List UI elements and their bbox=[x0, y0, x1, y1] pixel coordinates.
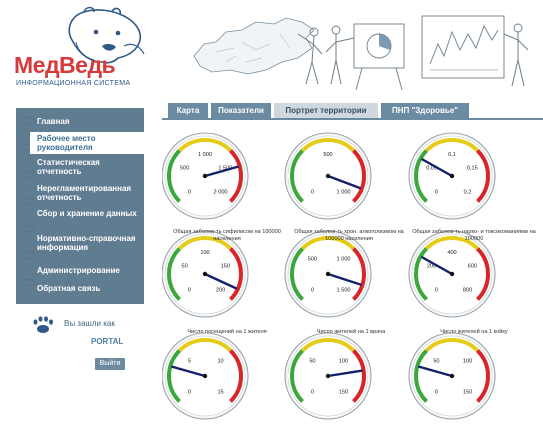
gauge-tick-label: 0 bbox=[311, 390, 314, 396]
gauge-tick-label: 0,1 bbox=[448, 152, 456, 158]
gauge-pivot bbox=[325, 271, 331, 277]
welcome-text: Вы зашли как bbox=[64, 319, 115, 328]
sidebar-item-statistical-reporting[interactable]: Статистическая отчетность bbox=[16, 158, 144, 176]
gauge-pivot bbox=[449, 373, 455, 379]
gauge-tick-label: 0 bbox=[311, 190, 314, 196]
sidebar-item-custom-reporting[interactable]: Нерегламентированная отчетность bbox=[16, 184, 144, 202]
gauge-tick-label: 15 bbox=[217, 390, 223, 396]
gauge-tick-label: 0 bbox=[188, 390, 191, 396]
gauge-pivot bbox=[202, 373, 208, 379]
gauge-pivot bbox=[325, 373, 331, 379]
gauge-pivot bbox=[325, 173, 331, 179]
gauge-tick-label: 0 bbox=[435, 288, 438, 294]
gauge-pivot bbox=[202, 271, 208, 277]
gauge-tick-label: 200 bbox=[216, 288, 225, 294]
gauge-tick-label: 400 bbox=[447, 250, 456, 256]
sidebar-item-home[interactable]: Главная bbox=[16, 117, 144, 126]
gauge-tick-label: 0 bbox=[435, 190, 438, 196]
sidebar-item-data-collection[interactable]: Сбор и хранение данных bbox=[16, 209, 144, 218]
gauge-pivot bbox=[449, 173, 455, 179]
gauge-tick-label: 100 bbox=[339, 358, 348, 364]
gauge-dial: 0 50 100 150 bbox=[408, 332, 496, 420]
user-panel: Вы зашли как PORTAL Выйти bbox=[28, 312, 138, 372]
gauge-tick-label: 0,2 bbox=[464, 190, 472, 196]
sidebar-item-feedback[interactable]: Обратная связь bbox=[16, 284, 144, 293]
user-name: PORTAL bbox=[91, 337, 124, 346]
tab-map[interactable]: Карта bbox=[168, 103, 208, 118]
gauge-dial: 0 5 10 15 bbox=[162, 332, 249, 420]
app-logo-title: МедВедь bbox=[14, 52, 116, 78]
gauge-tick-label: 0,15 bbox=[467, 166, 478, 172]
gauge-tick-label: 500 bbox=[323, 152, 332, 158]
gauge-tick-label: 150 bbox=[463, 390, 472, 396]
gauge-tick-label: 50 bbox=[433, 358, 439, 364]
gauge-dial: 0 500 1 000 1 500 bbox=[284, 230, 372, 318]
gauge-tick-label: 1 000 bbox=[337, 256, 351, 262]
gauge-tick-label: 2 000 bbox=[214, 190, 228, 196]
gauge-tick-label: 50 bbox=[182, 264, 188, 270]
gauge-caption-drug-addiction: Общая заболев-ть нарко- и токсикоманиями… bbox=[412, 229, 536, 242]
gauge-tick-label: 1 500 bbox=[337, 288, 351, 294]
notebook-ring-icon bbox=[23, 252, 35, 259]
tab-indicators[interactable]: Показатели bbox=[211, 103, 271, 118]
sidebar-nav: Главная Рабочее место руководителя Стати… bbox=[16, 108, 144, 304]
gauge-tick-label: 0 bbox=[188, 288, 191, 294]
header-illustration-icon bbox=[193, 15, 529, 91]
sidebar-item-executive-workplace[interactable]: Рабочее место руководителя bbox=[30, 132, 144, 154]
gauge-tick-label: 500 bbox=[308, 256, 317, 262]
gauge-tick-label: 100 bbox=[200, 250, 209, 256]
gauge-tick-label: 1 000 bbox=[198, 152, 212, 158]
gauge-pivot bbox=[202, 173, 208, 179]
gauge-tick-label: 50 bbox=[309, 358, 315, 364]
gauge-pivot bbox=[449, 271, 455, 277]
gauge-caption-alcoholism: Общая заболев-ть хрон. алкоголизмом на 1… bbox=[294, 229, 404, 242]
gauge-tick-label: 10 bbox=[217, 358, 223, 364]
gauge-tick-label: 1 000 bbox=[337, 190, 351, 196]
gauge-caption-residents-per-doctor: Число жителей на 1 врача bbox=[316, 329, 386, 335]
gauge-tick-label: 150 bbox=[339, 390, 348, 396]
gauge-dial: 05001 0001 5002 000 bbox=[162, 132, 249, 220]
gauge-dial: 0 50 100 150 200 bbox=[162, 230, 249, 318]
sidebar-item-reference-info[interactable]: Нормативно-справочная информация bbox=[16, 234, 144, 252]
gauge-tick-label: 0 bbox=[188, 190, 191, 196]
tab-underline bbox=[162, 118, 543, 120]
gauge-tick-label: 150 bbox=[221, 264, 230, 270]
header: МедВедь ИНФОРМАЦИОННАЯ СИСТЕМА bbox=[0, 0, 543, 98]
gauge-caption-residents-per-bed: Число жителей на 1 койку bbox=[440, 329, 508, 335]
gauge-tick-label: 100 bbox=[463, 358, 472, 364]
gauge-caption-syphilis: Общая заболев-ть сифилисом на 100000 нас… bbox=[173, 229, 281, 242]
gauge-dial: 0 50 100 150 bbox=[284, 332, 372, 420]
paw-icon bbox=[33, 316, 53, 333]
gauge-tick-label: 5 bbox=[188, 358, 191, 364]
gauge-tick-label: 600 bbox=[468, 264, 477, 270]
tab-pnp-health[interactable]: ПНП "Здоровье" bbox=[381, 103, 469, 118]
notebook-ring-icon bbox=[23, 225, 35, 232]
gauge-dial: 0200400600800 bbox=[408, 230, 496, 318]
gauge-tick-label: 0 bbox=[311, 288, 314, 294]
logout-button[interactable]: Выйти bbox=[95, 358, 125, 370]
gauge-dial: 00,050,10,150,2 bbox=[408, 132, 496, 220]
gauge-tick-label: 0 bbox=[435, 390, 438, 396]
sidebar-item-administration[interactable]: Администрирование bbox=[16, 266, 144, 275]
tab-territory-portrait[interactable]: Портрет территории bbox=[274, 103, 378, 118]
gauge-dial: 0 500 1 000 bbox=[284, 132, 372, 220]
app-logo-subtitle: ИНФОРМАЦИОННАЯ СИСТЕМА bbox=[16, 80, 131, 87]
gauges-panel: 05001 0001 5002 000 05001 000 00,050,10,15… bbox=[162, 132, 496, 420]
gauge-tick-label: 500 bbox=[180, 166, 189, 172]
gauge-caption-visits: Число посещений на 1 жителя bbox=[187, 329, 267, 335]
gauge-tick-label: 800 bbox=[463, 288, 472, 294]
